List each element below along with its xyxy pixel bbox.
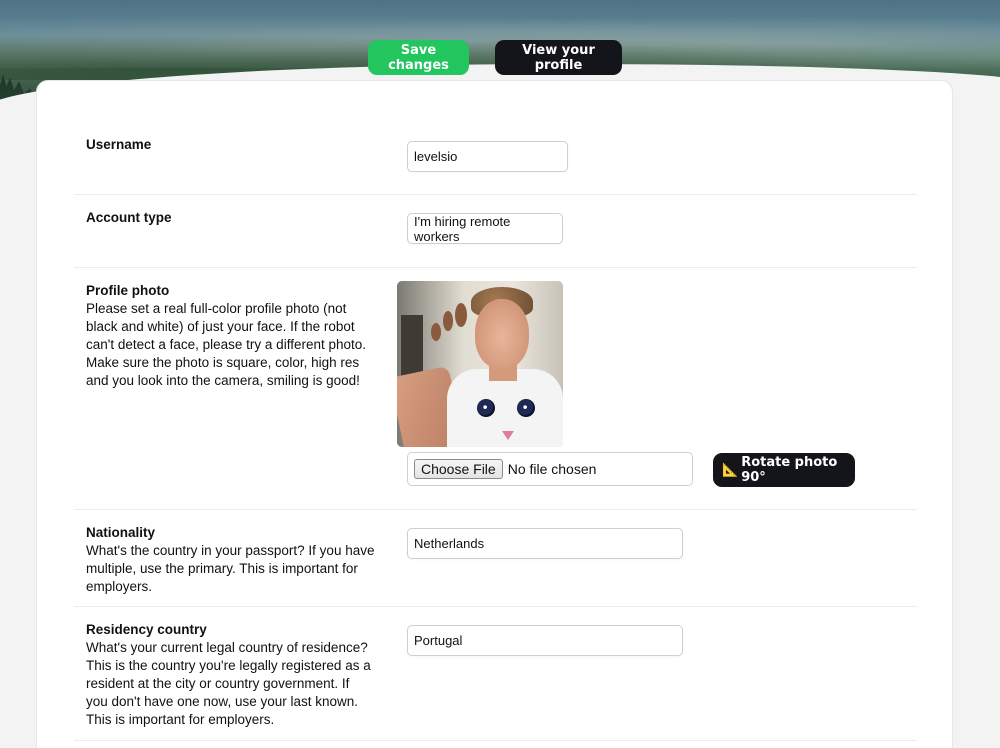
nationality-row: Nationality What's the country in your p…	[74, 510, 917, 607]
profile-photo-label-col: Profile photo Please set a real full-col…	[86, 282, 368, 390]
residency-title: Residency country	[86, 622, 207, 637]
username-input[interactable]: levelsio	[407, 141, 568, 172]
profile-photo-title: Profile photo	[86, 283, 170, 298]
residency-select[interactable]: Portugal	[407, 625, 683, 656]
choose-file-button[interactable]: Choose File	[414, 459, 503, 479]
username-title: Username	[86, 137, 152, 152]
rotate-photo-label: Rotate photo 90°	[741, 455, 838, 485]
account-type-select[interactable]: I'm hiring remote workers	[407, 213, 563, 244]
profile-photo-row: Profile photo Please set a real full-col…	[74, 268, 917, 510]
triangle-ruler-icon: 📐	[722, 462, 739, 478]
nationality-description: What's the country in your passport? If …	[86, 543, 375, 594]
residency-description: What's your current legal country of res…	[86, 640, 371, 727]
save-changes-button[interactable]: Save changes	[368, 40, 469, 75]
account-type-row: Account type I'm hiring remote workers	[74, 195, 917, 268]
profile-form-card: Username levelsio Account type I'm hirin…	[36, 80, 953, 748]
account-type-title: Account type	[86, 210, 172, 225]
nationality-title: Nationality	[86, 525, 156, 540]
top-actions: Save changes View your profile	[368, 40, 622, 75]
profile-photo-description: Please set a real full-color profile pho…	[86, 301, 367, 388]
file-status-text: No file chosen	[507, 461, 597, 477]
rotate-photo-button[interactable]: 📐 Rotate photo 90°	[713, 453, 855, 487]
username-row: Username levelsio	[74, 81, 917, 195]
username-label-col: Username	[86, 136, 376, 154]
residency-row: Residency country What's your current le…	[74, 607, 917, 741]
photo-file-input[interactable]: Choose File No file chosen	[407, 452, 693, 486]
nationality-select[interactable]: Netherlands	[407, 528, 683, 559]
profile-photo-image	[397, 281, 563, 447]
account-type-label-col: Account type	[86, 209, 376, 227]
residency-label-col: Residency country What's your current le…	[86, 621, 374, 729]
nationality-label-col: Nationality What's the country in your p…	[86, 524, 378, 596]
view-profile-button[interactable]: View your profile	[495, 40, 622, 75]
